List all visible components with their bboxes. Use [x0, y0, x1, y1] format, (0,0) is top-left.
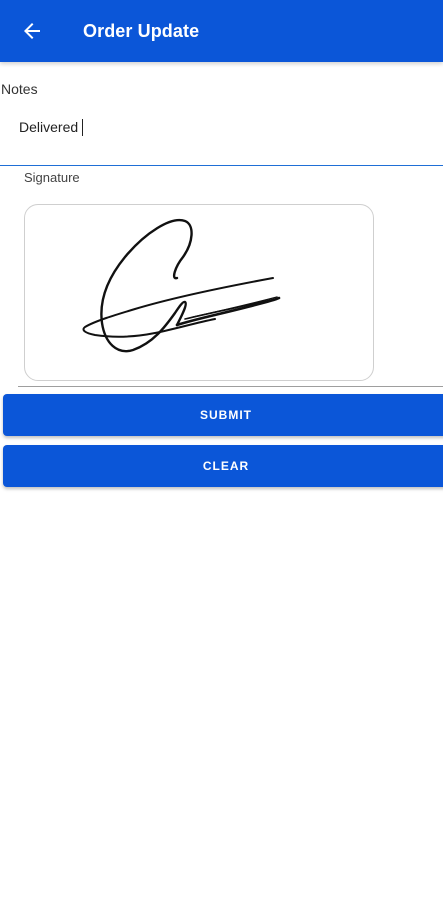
app-bar: Order Update — [0, 0, 443, 62]
page-title: Order Update — [83, 21, 200, 41]
submit-button[interactable]: SUBMIT — [3, 394, 443, 436]
text-cursor — [82, 119, 84, 136]
notes-text: Delivered — [19, 119, 79, 135]
notes-input[interactable]: Delivered — [0, 106, 443, 166]
back-button[interactable] — [10, 9, 54, 53]
divider — [18, 386, 443, 387]
signature-label: Signature — [24, 170, 80, 185]
signature-pad[interactable] — [24, 204, 374, 381]
signature-drawing — [82, 218, 281, 353]
notes-input-value: Delivered — [19, 119, 84, 136]
arrow-left-icon — [24, 23, 40, 39]
clear-button[interactable]: CLEAR — [3, 445, 443, 487]
notes-label: Notes — [1, 81, 38, 97]
